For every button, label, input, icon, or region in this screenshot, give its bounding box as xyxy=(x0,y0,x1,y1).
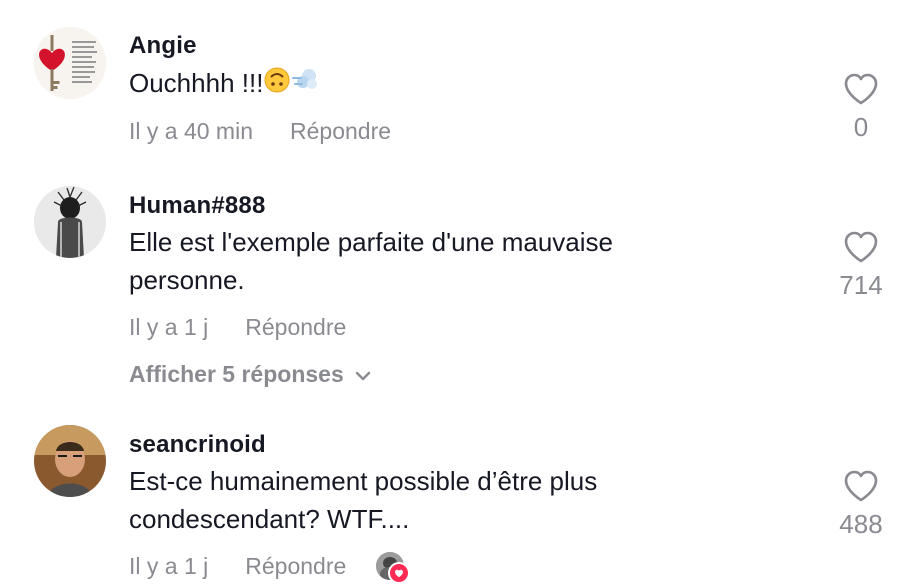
dash-symbol-icon xyxy=(291,66,321,104)
comment-time: Il y a 1 j xyxy=(129,314,209,340)
comment-text: Ouchhhh !!! xyxy=(129,64,769,104)
comment-text: Est-ce humainement possible d’être plus … xyxy=(129,466,598,534)
reply-button[interactable]: Répondre xyxy=(245,314,346,341)
comment-text: Elle est l'exemple parfaite d'une mauvai… xyxy=(129,227,613,295)
comment-username[interactable]: Angie xyxy=(129,32,197,60)
like-count: 488 xyxy=(839,509,883,539)
upside-down-face-icon xyxy=(263,66,291,104)
avatar[interactable] xyxy=(34,425,106,497)
like-button[interactable]: 0 xyxy=(831,72,891,143)
reply-button[interactable]: Répondre xyxy=(245,553,346,580)
avatar[interactable] xyxy=(34,186,106,258)
view-replies-label: Afficher 5 réponses xyxy=(129,361,344,387)
reply-button[interactable]: Répondre xyxy=(290,118,391,145)
view-replies-button[interactable]: Afficher 5 réponses xyxy=(129,361,372,388)
heart-filled-icon xyxy=(388,562,411,584)
comment-username[interactable]: Human#888 xyxy=(129,192,266,220)
heart-icon xyxy=(831,72,891,106)
like-count: 0 xyxy=(853,112,869,142)
comment-text-content: Ouchhhh !!! xyxy=(129,68,264,98)
comment-time: Il y a 40 min xyxy=(129,118,253,144)
like-button[interactable]: 714 xyxy=(831,230,891,301)
heart-icon xyxy=(831,230,891,264)
comment-meta: Il y a 1 j Répondre xyxy=(129,314,346,341)
liked-by-creator-badge xyxy=(376,552,411,584)
heart-icon xyxy=(831,469,891,503)
comment-time: Il y a 1 j xyxy=(129,552,209,579)
comment-meta: Il y a 40 min Répondre xyxy=(129,118,391,145)
comment-username[interactable]: seancrinoid xyxy=(129,431,266,459)
comment-meta: Il y a 1 j Répondre xyxy=(129,552,411,584)
like-count: 714 xyxy=(839,270,883,300)
avatar[interactable] xyxy=(34,27,106,99)
like-button[interactable]: 488 xyxy=(831,469,891,540)
chevron-down-icon xyxy=(344,361,372,388)
